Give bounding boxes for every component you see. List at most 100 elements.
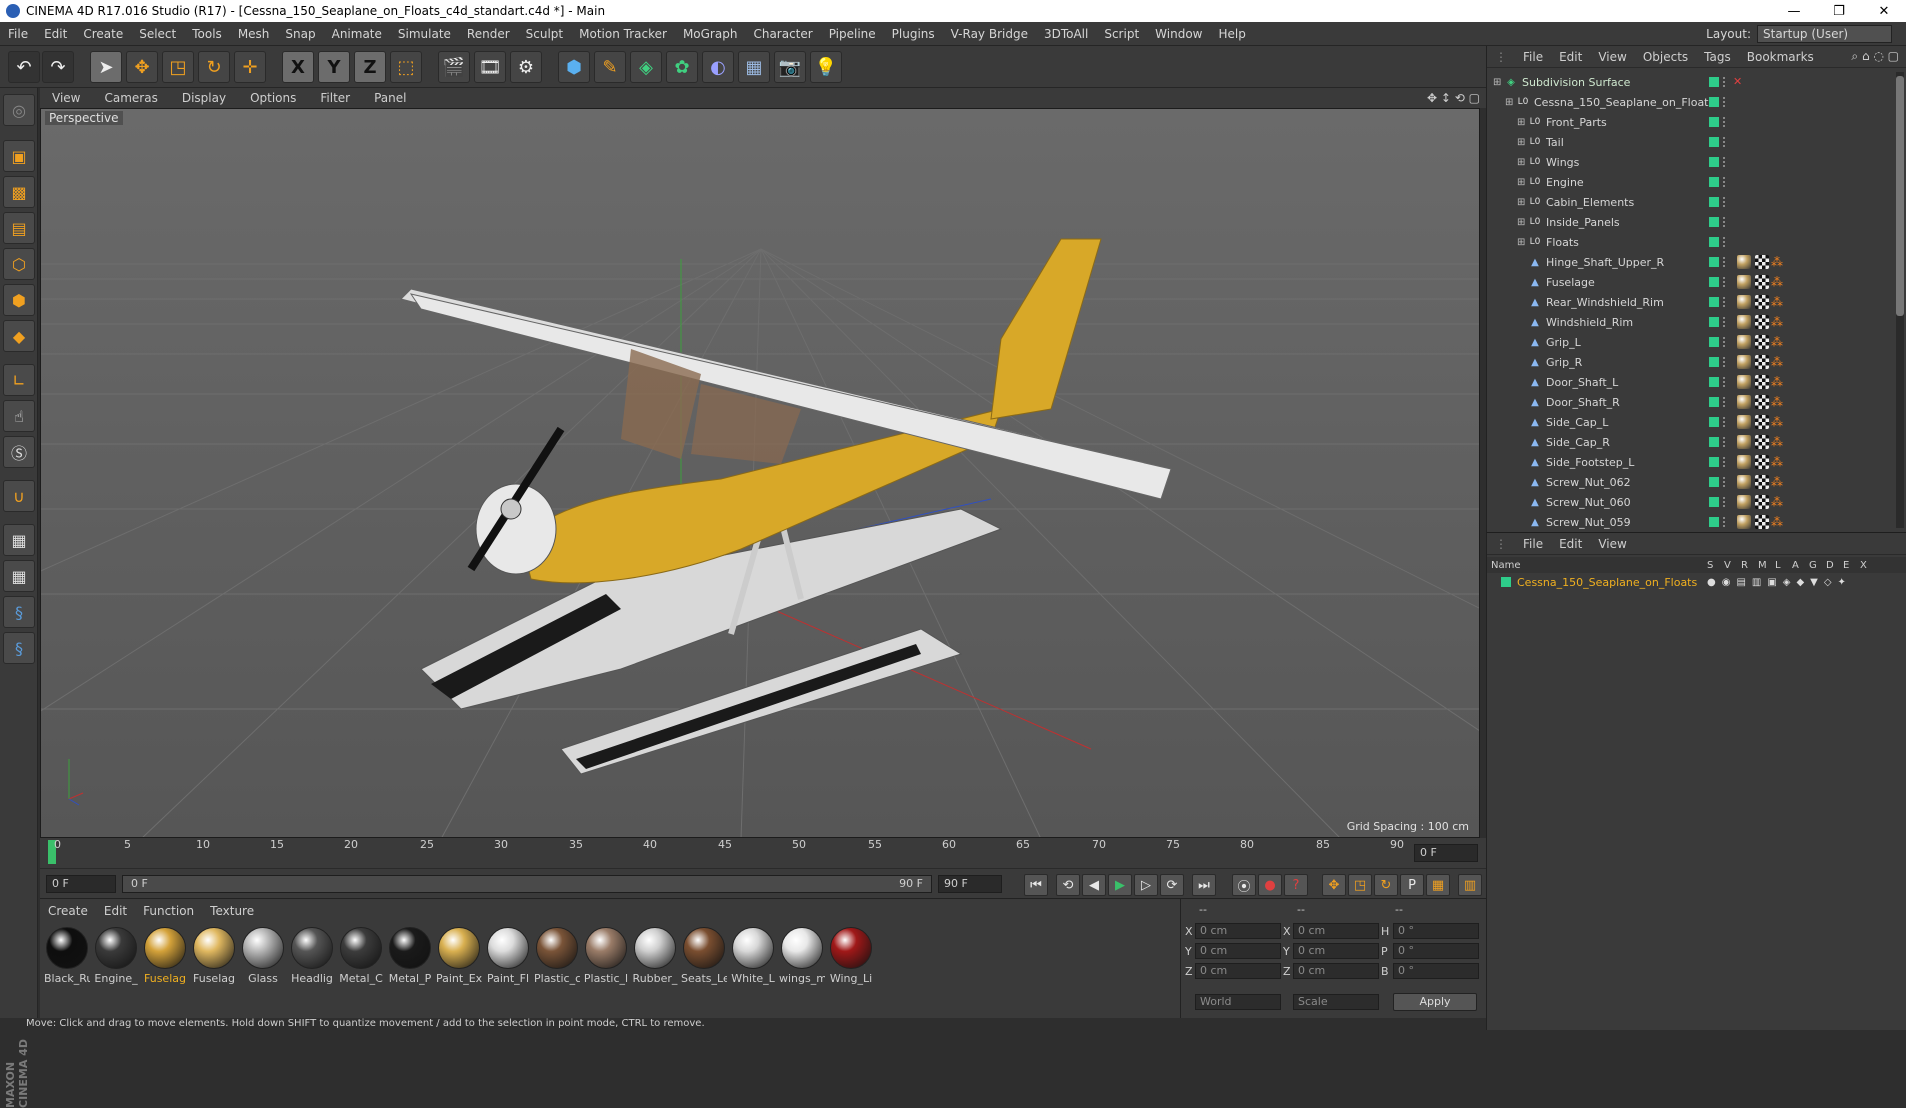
selection-tag-icon[interactable]: ⁂ (1771, 375, 1785, 389)
render-dot-icon[interactable] (1723, 277, 1727, 287)
material-swatch[interactable]: Fuselag (142, 927, 188, 985)
workplane-icon[interactable]: ▤ (3, 212, 35, 244)
coordinate-system-icon[interactable]: ⬚ (390, 51, 422, 83)
uvw-tag-icon[interactable] (1755, 475, 1769, 489)
object-row[interactable]: ⊞ L0 Engine (1487, 172, 1891, 192)
go-to-end-icon[interactable]: ⏭ (1192, 874, 1216, 896)
visibility-dot-icon[interactable] (1709, 417, 1719, 427)
tree-expand-icon[interactable]: ⊞ (1517, 197, 1529, 208)
object-menu-tags[interactable]: Tags (1696, 50, 1739, 64)
visibility-dot-icon[interactable] (1709, 297, 1719, 307)
size-y-field[interactable]: 0 cm (1293, 943, 1379, 959)
material-menu-edit[interactable]: Edit (96, 904, 135, 918)
coord-mode-dropdown[interactable]: Scale (1293, 994, 1379, 1010)
render-dot-icon[interactable] (1723, 77, 1727, 87)
key-scale-icon[interactable]: ◳ (1348, 874, 1372, 896)
record-keys-icon[interactable]: ⦿ (1232, 874, 1256, 896)
render-dot-icon[interactable] (1723, 237, 1727, 247)
x-axis-icon[interactable]: X (282, 51, 314, 83)
menu-help[interactable]: Help (1210, 27, 1253, 41)
material-swatch[interactable]: Glass (240, 927, 286, 985)
make-editable-icon[interactable]: ◎ (3, 94, 35, 126)
material-tag-icon[interactable] (1737, 435, 1751, 449)
material-swatch[interactable]: Wing_Li (828, 927, 874, 985)
workplane-lock-icon[interactable]: ▦ (3, 524, 35, 556)
key-rotation-icon[interactable]: ↻ (1374, 874, 1398, 896)
viewport-menu-panel[interactable]: Panel (362, 91, 418, 105)
material-tag-icon[interactable] (1737, 455, 1751, 469)
y-axis-icon[interactable]: Y (318, 51, 350, 83)
disabled-check-icon[interactable]: ✕ (1733, 75, 1747, 89)
solo-icon[interactable]: Ⓢ (3, 436, 35, 468)
material-swatch[interactable]: Plastic_l (583, 927, 629, 985)
visibility-dot-icon[interactable] (1709, 317, 1719, 327)
visibility-dot-icon[interactable] (1709, 377, 1719, 387)
object-row[interactable]: ▲ Door_Shaft_L ⁂ (1487, 372, 1891, 392)
rotation-h-field[interactable]: 0 ° (1393, 923, 1479, 939)
menu-vray-bridge[interactable]: V-Ray Bridge (943, 27, 1036, 41)
render-dot-icon[interactable] (1723, 117, 1727, 127)
object-row[interactable]: ⊞ L0 Floats (1487, 232, 1891, 252)
z-axis-icon[interactable]: Z (354, 51, 386, 83)
tree-expand-icon[interactable]: ⊞ (1493, 77, 1505, 88)
visibility-dot-icon[interactable] (1709, 177, 1719, 187)
visibility-dot-icon[interactable] (1709, 457, 1719, 467)
menu-mesh[interactable]: Mesh (230, 27, 278, 41)
preview-range-slider[interactable]: 0 F 90 F (122, 875, 932, 893)
light-icon[interactable]: 💡 (810, 51, 842, 83)
play-icon[interactable]: ▶ (1108, 874, 1132, 896)
object-row[interactable]: ▲ Rear_Windshield_Rim ⁂ (1487, 292, 1891, 312)
layer-toggle-icons[interactable]: ●◉▤▥▣◈◆▼◇✦ (1707, 577, 1852, 588)
visibility-dot-icon[interactable] (1709, 217, 1719, 227)
material-swatch[interactable]: Black_Ru (44, 927, 90, 985)
size-x-field[interactable]: 0 cm (1293, 923, 1379, 939)
pen-icon[interactable]: ✎ (594, 51, 626, 83)
object-scrollbar[interactable] (1896, 72, 1904, 528)
material-swatch[interactable]: White_L (730, 927, 776, 985)
visibility-dot-icon[interactable] (1709, 277, 1719, 287)
material-swatch[interactable]: wings_m (779, 927, 825, 985)
object-row[interactable]: ▲ Side_Cap_L ⁂ (1487, 412, 1891, 432)
render-dot-icon[interactable] (1723, 177, 1727, 187)
menu-simulate[interactable]: Simulate (390, 27, 459, 41)
close-button[interactable]: ✕ (1862, 0, 1906, 22)
keyframe-selection-icon[interactable]: ? (1284, 874, 1308, 896)
object-row[interactable]: ▲ Side_Cap_R ⁂ (1487, 432, 1891, 452)
object-row[interactable]: ⊞ ◈ Subdivision Surface ✕ (1487, 72, 1891, 92)
position-y-field[interactable]: 0 cm (1195, 943, 1281, 959)
edges-mode-icon[interactable]: ⬢ (3, 284, 35, 316)
menu-pipeline[interactable]: Pipeline (821, 27, 884, 41)
uvw-tag-icon[interactable] (1755, 415, 1769, 429)
object-row[interactable]: ⊞ L0 Tail (1487, 132, 1891, 152)
object-menu-bookmarks[interactable]: Bookmarks (1739, 50, 1822, 64)
layer-menu-file[interactable]: File (1515, 537, 1551, 551)
axis-mode-icon[interactable]: ∟ (3, 364, 35, 396)
menu-animate[interactable]: Animate (324, 27, 390, 41)
menu-3dtoall[interactable]: 3DToAll (1036, 27, 1096, 41)
uvw-tag-icon[interactable] (1755, 355, 1769, 369)
cube-icon[interactable]: ⬢ (558, 51, 590, 83)
move-icon[interactable]: ✥ (126, 51, 158, 83)
object-row[interactable]: ▲ Windshield_Rim ⁂ (1487, 312, 1891, 332)
object-row[interactable]: ⊞ L0 Wings (1487, 152, 1891, 172)
visibility-dot-icon[interactable] (1709, 357, 1719, 367)
selection-tag-icon[interactable]: ⁂ (1771, 515, 1785, 529)
viewport-menu-view[interactable]: View (40, 91, 92, 105)
render-dot-icon[interactable] (1723, 97, 1727, 107)
render-dot-icon[interactable] (1723, 297, 1727, 307)
material-swatch[interactable]: Rubber_ (632, 927, 678, 985)
viewport-menu-display[interactable]: Display (170, 91, 238, 105)
render-dot-icon[interactable] (1723, 217, 1727, 227)
object-row[interactable]: ⊞ L0 Front_Parts (1487, 112, 1891, 132)
viewport-menu-cameras[interactable]: Cameras (92, 91, 169, 105)
go-to-start-icon[interactable]: ⏮ (1024, 874, 1048, 896)
viewport-menu-filter[interactable]: Filter (308, 91, 362, 105)
select-cursor-icon[interactable]: ➤ (90, 51, 122, 83)
uvw-tag-icon[interactable] (1755, 395, 1769, 409)
floor-icon[interactable]: ▦ (738, 51, 770, 83)
object-row[interactable]: ▲ Fuselage ⁂ (1487, 272, 1891, 292)
viewport-menu-options[interactable]: Options (238, 91, 308, 105)
uvw-tag-icon[interactable] (1755, 295, 1769, 309)
scale-icon[interactable]: ◳ (162, 51, 194, 83)
object-row[interactable]: ▲ Screw_Nut_060 ⁂ (1487, 492, 1891, 512)
